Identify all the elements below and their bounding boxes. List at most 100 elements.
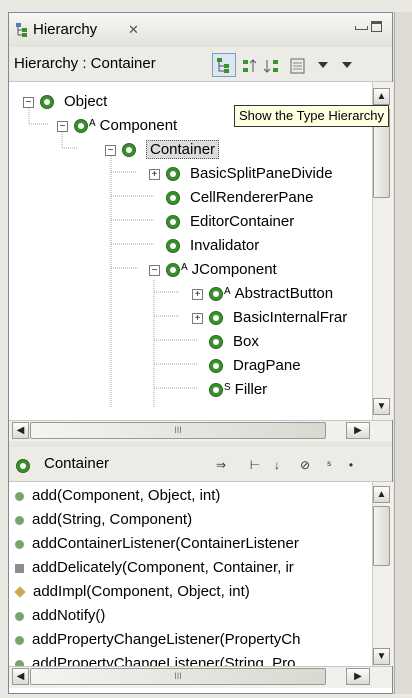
class-icon (209, 359, 223, 374)
type-hierarchy-button[interactable] (212, 53, 236, 77)
members-vscroll-thumb[interactable] (373, 506, 390, 566)
hide-fields-icon[interactable]: ⊘ (296, 456, 314, 474)
expand-icon[interactable]: + (192, 288, 203, 300)
class-icon (40, 95, 54, 110)
members-scroll-down-button[interactable]: ▼ (373, 648, 390, 665)
member-item[interactable]: addContainerListener(ContainerListener (9, 532, 372, 556)
class-icon (166, 191, 180, 206)
lock-view-icon[interactable]: ⇒ (212, 456, 230, 474)
tree-node-label: BasicInternalFrar (233, 309, 348, 326)
sort-by-defining-type-icon[interactable]: ↓ (268, 456, 286, 474)
tree-node[interactable]: EditorContainer (149, 210, 294, 234)
show-inherited-members-icon[interactable]: ⊢ (246, 456, 264, 474)
hierarchy-tab-label: Hierarchy (33, 21, 98, 38)
hide-non-public-icon[interactable]: • (342, 456, 360, 474)
private-method-icon (15, 563, 24, 573)
member-label: add(Component, Object, int) (32, 487, 221, 504)
member-item[interactable]: addPropertyChangeListener(String, Pro (9, 652, 372, 666)
protected-method-icon (14, 586, 26, 598)
tree-node[interactable]: + BasicSplitPaneDivide (149, 162, 333, 186)
tree-node-label: AbstractButton (234, 285, 334, 302)
member-label: addPropertyChangeListener(String, Pro (32, 655, 296, 666)
class-modifier-badge: S (224, 382, 231, 393)
member-label: addImpl(Component, Object, int) (33, 583, 250, 600)
chevron-down-icon[interactable] (340, 58, 354, 72)
member-rows: add(Component, Object, int) add(String, C… (9, 482, 372, 666)
hierarchy-tab[interactable]: Hierarchy ✕ (14, 16, 164, 44)
tree-node-label: Component (99, 117, 178, 134)
tree-node[interactable]: − Object (23, 90, 107, 114)
class-modifier-badge: A (89, 118, 96, 129)
maximize-view-icon[interactable] (371, 21, 382, 32)
hierarchy-title: Hierarchy : Container (14, 55, 156, 72)
tree-node[interactable]: − A JComponent (149, 258, 277, 282)
tree-node[interactable]: − A Component (57, 114, 177, 138)
member-item[interactable]: add(String, Component) (9, 508, 372, 532)
member-item[interactable]: addPropertyChangeListener(PropertyCh (9, 628, 372, 652)
class-icon (74, 119, 88, 134)
class-icon (16, 459, 30, 474)
member-item[interactable]: addNotify() (9, 604, 372, 628)
members-scroll-up-button[interactable]: ▲ (373, 486, 390, 503)
layout-icon[interactable] (288, 56, 308, 76)
view-menu-icon[interactable] (316, 58, 330, 72)
tree-node-label: Object (64, 93, 108, 110)
class-icon (209, 383, 223, 398)
members-scroll-right-button[interactable]: ▶ (346, 668, 370, 685)
member-label: add(String, Component) (32, 511, 193, 528)
tree-node[interactable]: + BasicInternalFrar (192, 306, 347, 330)
tree-node-label: CellRendererPane (190, 189, 314, 206)
tree-node[interactable]: CellRendererPane (149, 186, 313, 210)
tree-node[interactable]: Invalidator (149, 234, 259, 258)
tree-node[interactable]: Box (192, 330, 259, 354)
class-modifier-badge: A (181, 262, 188, 273)
member-label: addDelicately(Component, Container, ir (32, 559, 294, 576)
tree-node[interactable]: + A AbstractButton (192, 282, 333, 306)
member-label: addNotify() (32, 607, 106, 624)
tooltip: Show the Type Hierarchy (234, 105, 389, 127)
class-icon (209, 287, 223, 302)
class-icon (166, 215, 180, 230)
collapse-icon[interactable]: − (57, 120, 68, 132)
public-method-icon (15, 491, 24, 501)
expand-icon[interactable]: + (192, 312, 203, 324)
hide-static-members-icon[interactable]: ˢ (320, 456, 338, 474)
tree-node-label: Container (146, 140, 220, 159)
class-icon (209, 335, 223, 350)
type-hierarchy-tree[interactable]: − Object − A Component − Container + BasicSplitP… (9, 82, 372, 420)
class-icon (122, 143, 136, 158)
hierarchy-view-icon (16, 23, 28, 37)
member-item[interactable]: addImpl(Component, Object, int) (9, 580, 372, 604)
minimize-view-icon[interactable] (355, 26, 368, 30)
tree-node-label: Box (233, 333, 259, 350)
scroll-up-button[interactable]: ▲ (373, 88, 390, 105)
adjacent-editor-area (394, 12, 412, 694)
class-icon (209, 311, 223, 326)
scroll-left-button[interactable]: ◀ (12, 422, 29, 439)
subtype-hierarchy-icon[interactable] (262, 56, 282, 76)
tree-node[interactable]: S Filler (192, 378, 267, 402)
members-list[interactable]: add(Component, Object, int) add(String, C… (9, 482, 372, 666)
collapse-icon[interactable]: − (23, 96, 34, 108)
expand-icon[interactable]: + (149, 168, 160, 180)
tree-node-label: JComponent (191, 261, 277, 278)
tree-node[interactable]: − Container (105, 138, 220, 162)
tree-node-label: EditorContainer (190, 213, 295, 230)
tree-node[interactable]: DragPane (192, 354, 301, 378)
supertype-hierarchy-icon[interactable] (240, 56, 260, 76)
tree-node-label: BasicSplitPaneDivide (190, 165, 333, 182)
scroll-right-button[interactable]: ▶ (346, 422, 370, 439)
members-hscroll-thumb[interactable]: III (30, 668, 326, 685)
members-title: Container (44, 455, 110, 472)
public-method-icon (15, 539, 24, 549)
collapse-icon[interactable]: − (105, 144, 116, 156)
scroll-down-button[interactable]: ▼ (373, 398, 390, 415)
tree-hscroll-thumb[interactable]: III (30, 422, 326, 439)
class-icon (166, 167, 180, 182)
members-scroll-left-button[interactable]: ◀ (12, 668, 29, 685)
collapse-icon[interactable]: − (149, 264, 160, 276)
member-item[interactable]: addDelicately(Component, Container, ir (9, 556, 372, 580)
class-icon (166, 239, 180, 254)
member-item[interactable]: add(Component, Object, int) (9, 484, 372, 508)
close-tab-icon[interactable]: ✕ (128, 18, 139, 42)
